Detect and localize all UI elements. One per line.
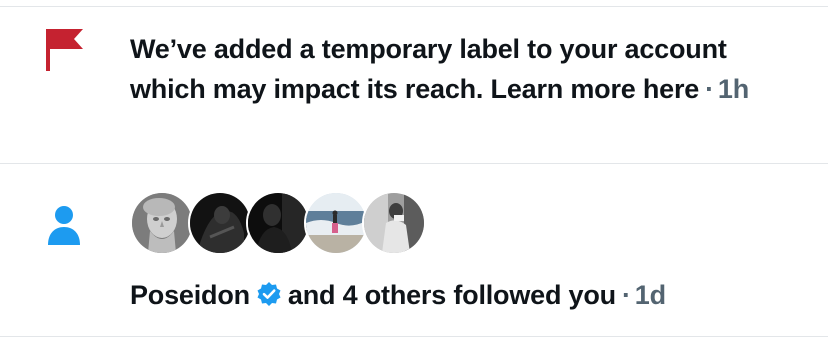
notification-body: Poseidon and 4 others followed you · 1d — [130, 190, 788, 318]
verified-badge-icon — [256, 278, 282, 318]
statue-avatar[interactable] — [130, 191, 194, 255]
notification-follows[interactable]: Poseidon and 4 others followed you · 1d — [0, 164, 828, 324]
dark-avatar[interactable] — [188, 191, 252, 255]
timestamp: 1h — [717, 74, 750, 104]
timestamp: 1d — [634, 280, 666, 310]
separator-dot: · — [621, 280, 631, 310]
flag-icon — [46, 29, 84, 76]
notifications-feed: We’ve added a temporary label to your ac… — [0, 0, 828, 337]
mirror-avatar[interactable] — [362, 191, 426, 255]
notification-body: We’ve added a temporary label to your ac… — [130, 29, 788, 109]
avatar-stack — [130, 190, 788, 256]
dark-figure-avatar[interactable] — [246, 191, 310, 255]
notification-label-warning[interactable]: We’ve added a temporary label to your ac… — [0, 7, 828, 162]
beach-avatar[interactable] — [304, 191, 368, 255]
notification-text: Poseidon and 4 others followed you · 1d — [130, 275, 788, 318]
person-icon — [47, 205, 81, 250]
separator-dot: · — [705, 74, 714, 104]
notification-message[interactable]: We’ve added a temporary label to your ac… — [130, 34, 727, 104]
follow-action-text: and 4 others followed you — [287, 280, 616, 310]
notification-text: We’ve added a temporary label to your ac… — [130, 29, 788, 109]
user-name[interactable]: Poseidon — [130, 280, 250, 310]
